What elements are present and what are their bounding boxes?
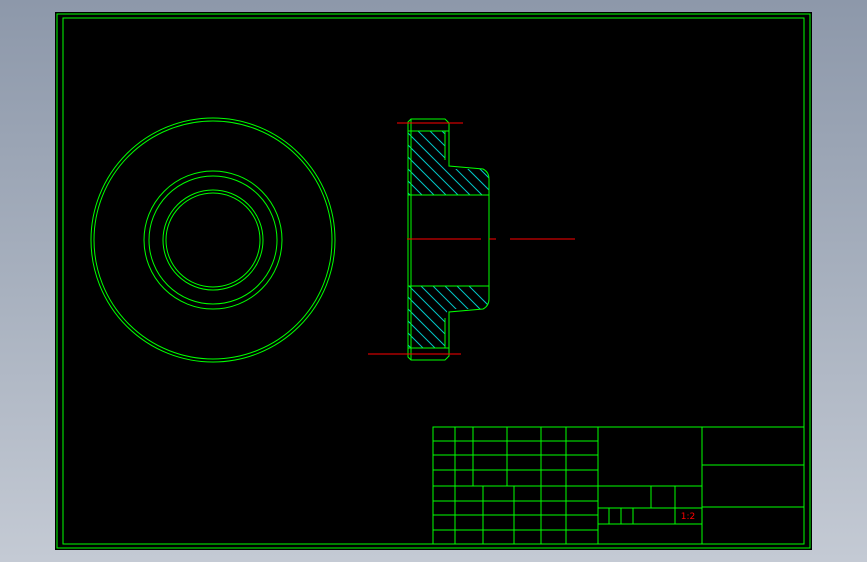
- bore-chamfer-circle: [162, 189, 264, 291]
- outer-rim-circle: [90, 117, 336, 363]
- hub-outer-circle: [143, 170, 283, 310]
- hatch-top: [408, 131, 489, 195]
- section-view[interactable]: [337, 118, 575, 364]
- hub-middle-circle: [148, 175, 278, 305]
- title-block[interactable]: [432, 426, 805, 545]
- outer-rim-inner-circle: [93, 120, 333, 360]
- drawing-sheet[interactable]: 1:2: [55, 12, 812, 550]
- front-view[interactable]: [90, 117, 336, 363]
- scale-text: 1:2: [681, 512, 695, 522]
- cad-drawing-canvas[interactable]: 1:2: [55, 12, 812, 550]
- centerlines: [368, 122, 575, 355]
- hatch-bottom: [408, 286, 489, 348]
- bore-circle: [165, 192, 261, 288]
